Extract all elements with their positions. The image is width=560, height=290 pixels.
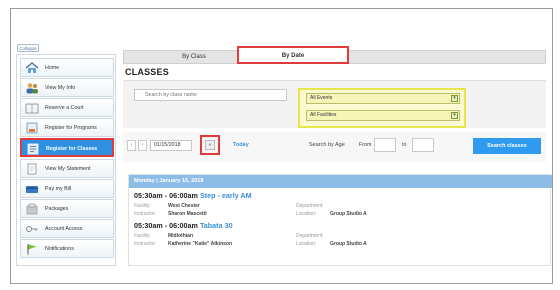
day-header: Monday | January 15, 2018 bbox=[129, 175, 552, 188]
sidebar-item-view-my-info[interactable]: View My Info bbox=[20, 78, 114, 97]
flag-icon bbox=[25, 243, 39, 255]
today-link[interactable]: Today bbox=[233, 140, 249, 151]
programs-icon bbox=[25, 122, 39, 134]
sidebar-item-account-access[interactable]: Account Access bbox=[20, 219, 114, 238]
classes-icon bbox=[26, 143, 40, 155]
facility-label: Facility: bbox=[134, 233, 151, 239]
chevron-down-icon: ▾ bbox=[451, 95, 458, 102]
age-label: Search by Age bbox=[309, 142, 345, 148]
location-label: Location: bbox=[296, 241, 317, 247]
main-content: By Class By Date CLASSES All Events ▾ Al… bbox=[121, 44, 552, 268]
class-results: Monday | January 15, 2018 05:30am - 06:0… bbox=[128, 174, 552, 266]
facility-label: Facility: bbox=[134, 203, 151, 209]
tab-by-date[interactable]: By Date bbox=[237, 46, 349, 64]
sidebar-item-packages[interactable]: Packages bbox=[20, 199, 114, 218]
tab-by-class[interactable]: By Class bbox=[164, 51, 224, 63]
location-value: Group Studio A bbox=[330, 211, 367, 217]
home-icon bbox=[25, 62, 39, 74]
to-label: to bbox=[402, 142, 407, 148]
instructor-value: Sharon Mascetti bbox=[168, 211, 207, 217]
date-filter-row: ‹ › 01/15/2018 « Today Search by Age Fro… bbox=[123, 132, 546, 162]
sidebar-item-view-my-statement[interactable]: View My Statement bbox=[20, 159, 114, 178]
sidebar-item-home[interactable]: Home bbox=[20, 58, 114, 77]
class-search-input[interactable] bbox=[134, 89, 287, 101]
facilities-select-value: All Facilities bbox=[310, 112, 337, 118]
chevron-down-icon: ▾ bbox=[451, 112, 458, 119]
date-input[interactable]: 01/15/2018 bbox=[150, 140, 192, 151]
location-label: Location: bbox=[296, 211, 317, 217]
key-icon bbox=[25, 223, 39, 235]
events-select[interactable]: All Events ▾ bbox=[306, 93, 460, 104]
class-name[interactable]: Tabata 30 bbox=[200, 221, 233, 230]
age-to-input[interactable] bbox=[412, 138, 434, 152]
calendar-icon[interactable]: « bbox=[205, 140, 215, 150]
search-classes-button[interactable]: Search classes bbox=[473, 138, 541, 154]
sidebar-item-register-for-programs[interactable]: Register for Programs bbox=[20, 118, 114, 137]
sidebar-item-notifications[interactable]: Notifications bbox=[20, 239, 114, 258]
facility-value: Midlothian bbox=[168, 233, 193, 239]
events-select-value: All Events bbox=[310, 95, 333, 101]
age-from-input[interactable] bbox=[374, 138, 396, 152]
sidebar: Home View My Info Reserve a Court Regist… bbox=[16, 54, 116, 266]
instructor-label: Instructor: bbox=[134, 241, 157, 247]
facility-value: West Chester bbox=[168, 203, 200, 209]
next-day-button[interactable]: › bbox=[138, 140, 147, 151]
people-icon bbox=[25, 82, 39, 94]
court-icon bbox=[25, 102, 39, 114]
statement-icon bbox=[25, 163, 39, 175]
facilities-select[interactable]: All Facilities ▾ bbox=[306, 110, 460, 121]
calendar-button-highlight: « bbox=[200, 135, 220, 155]
sidebar-item-reserve-a-court[interactable]: Reserve a Court bbox=[20, 98, 114, 117]
instructor-label: Instructor: bbox=[134, 211, 157, 217]
location-value: Group Studio A bbox=[330, 241, 367, 247]
class-item[interactable]: 05:30am - 06:00am Tabata 30 Facility: Mi… bbox=[134, 221, 544, 257]
filter-highlight: All Events ▾ All Facilities ▾ bbox=[298, 88, 466, 128]
filter-panel: All Events ▾ All Facilities ▾ bbox=[123, 80, 546, 128]
page-title: CLASSES bbox=[125, 67, 169, 77]
packages-icon bbox=[25, 203, 39, 215]
class-time: 05:30am - 06:00am bbox=[134, 191, 198, 200]
sidebar-item-pay-my-bill[interactable]: Pay my Bill bbox=[20, 179, 114, 198]
bill-icon bbox=[25, 183, 39, 195]
previous-day-button[interactable]: ‹ bbox=[127, 140, 136, 151]
sidebar-item-register-for-classes[interactable]: Register for Classes bbox=[20, 138, 114, 157]
view-tabs: By Class By Date bbox=[123, 46, 546, 64]
class-time: 05:30am - 06:00am bbox=[134, 221, 198, 230]
from-label: From bbox=[359, 142, 372, 148]
instructor-value: Katherine "Katie" Atkinson bbox=[168, 241, 233, 247]
department-label: Department: bbox=[296, 233, 324, 239]
collapse-button[interactable]: Collapse bbox=[17, 44, 39, 52]
class-name[interactable]: Step - early AM bbox=[200, 191, 252, 200]
department-label: Department: bbox=[296, 203, 324, 209]
